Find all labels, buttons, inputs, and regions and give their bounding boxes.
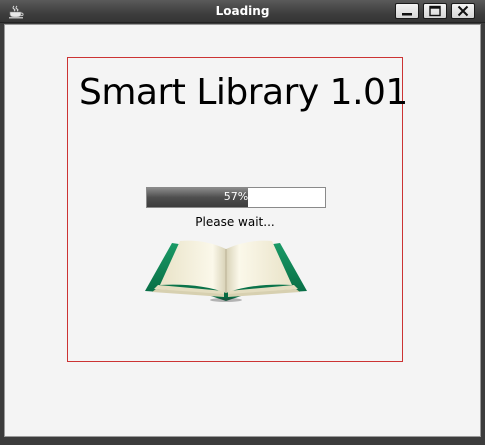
minimize-icon bbox=[402, 13, 412, 16]
maximize-icon bbox=[429, 5, 441, 17]
open-book-icon bbox=[145, 240, 307, 302]
loading-window: Loading Smart Library 1.01 57% Please wa… bbox=[0, 0, 485, 445]
status-text: Please wait... bbox=[195, 215, 275, 229]
splash-panel: Smart Library 1.01 57% Please wait... bbox=[67, 57, 408, 362]
minimize-button[interactable] bbox=[395, 3, 419, 19]
title-bar[interactable]: Loading bbox=[0, 0, 485, 23]
progress-label: 57% bbox=[223, 190, 249, 203]
close-icon bbox=[457, 5, 469, 17]
maximize-button[interactable] bbox=[423, 3, 447, 19]
close-button[interactable] bbox=[451, 3, 475, 19]
app-title: Smart Library 1.01 bbox=[79, 72, 408, 113]
window-content: Smart Library 1.01 57% Please wait... bbox=[4, 24, 481, 437]
loading-progress-bar: 57% bbox=[146, 187, 326, 208]
